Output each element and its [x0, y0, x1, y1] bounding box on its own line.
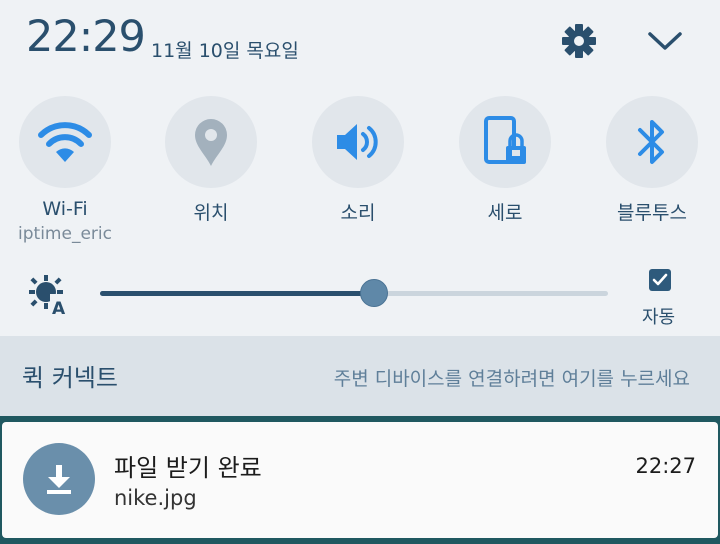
quick-settings-panel: 22:29 11월 10일 목요일 Wi-Fi iptime_eric 위치 소…	[0, 0, 720, 336]
gear-icon[interactable]	[560, 22, 598, 60]
auto-brightness-label: 자동	[642, 307, 676, 328]
notification-time: 22:27	[635, 454, 696, 478]
download-icon	[23, 443, 95, 515]
sound-tile[interactable]: 소리	[285, 96, 431, 225]
svg-text:A: A	[52, 299, 66, 318]
notification-filename: nike.jpg	[114, 486, 197, 510]
wifi-tile[interactable]: Wi-Fi iptime_eric	[0, 96, 138, 244]
bluetooth-icon	[606, 96, 698, 188]
sound-label: 소리	[340, 202, 376, 224]
location-pin-icon	[165, 96, 257, 188]
download-notification[interactable]: 파일 받기 완료 nike.jpg 22:27	[2, 422, 718, 538]
quick-connect-hint: 주변 디바이스를 연결하려면 여기를 누르세요	[333, 368, 690, 390]
bluetooth-tile[interactable]: 블루투스	[579, 96, 720, 225]
notification-title: 파일 받기 완료	[114, 454, 262, 482]
quick-connect-bar[interactable]: 퀵 커넥트 주변 디바이스를 연결하려면 여기를 누르세요	[0, 336, 720, 416]
chevron-down-icon[interactable]	[646, 26, 684, 56]
brightness-thumb[interactable]	[360, 279, 389, 307]
rotation-label: 세로	[487, 202, 523, 224]
brightness-fill	[100, 291, 375, 296]
auto-brightness-checkbox[interactable]	[649, 269, 671, 291]
brightness-slider[interactable]	[100, 279, 608, 307]
auto-brightness-icon: A	[26, 272, 72, 319]
rotation-lock-icon	[459, 96, 551, 188]
speaker-icon	[312, 96, 404, 188]
wifi-network-name: iptime_eric	[18, 224, 112, 244]
wifi-icon	[19, 96, 111, 188]
date: 11월 10일 목요일	[151, 40, 299, 62]
location-tile[interactable]: 위치	[138, 96, 284, 225]
rotation-tile[interactable]: 세로	[432, 96, 578, 225]
bluetooth-label: 블루투스	[617, 202, 687, 224]
location-label: 위치	[193, 202, 229, 224]
clock: 22:29	[26, 12, 146, 62]
wifi-label: Wi-Fi	[42, 198, 88, 220]
quick-connect-title: 퀵 커넥트	[22, 364, 118, 392]
